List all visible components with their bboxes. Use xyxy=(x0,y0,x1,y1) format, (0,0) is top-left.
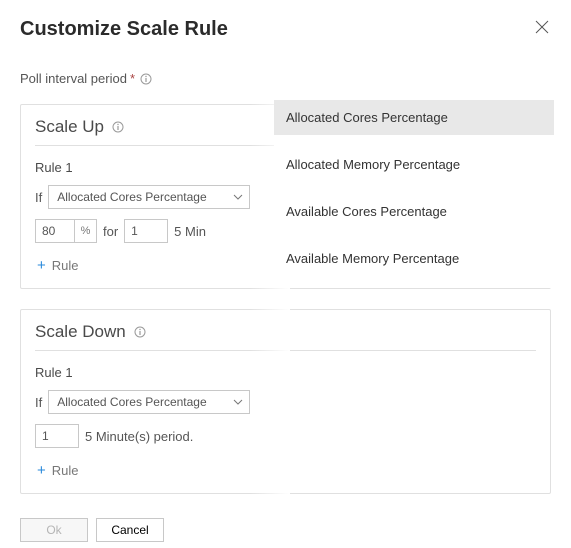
popup-option-allocated-memory[interactable]: Allocated Memory Percentage xyxy=(274,147,554,182)
popup-option-available-memory[interactable]: Available Memory Percentage xyxy=(274,241,554,276)
chevron-down-icon xyxy=(233,399,243,405)
if-label: If xyxy=(35,395,42,410)
plus-icon: + xyxy=(37,462,46,479)
footer: Ok Cancel xyxy=(20,514,551,542)
chevron-down-icon xyxy=(233,194,243,200)
if-label: If xyxy=(35,190,42,205)
info-icon[interactable] xyxy=(140,73,152,85)
scale-down-if-line: If Allocated Cores Percentage xyxy=(35,390,536,414)
duration-suffix: 5 Minute(s) period. xyxy=(85,429,193,444)
scale-down-heading: Scale Down xyxy=(35,322,536,351)
scale-down-card: Scale Down Rule 1 If Allocated Cores Per… xyxy=(20,309,551,494)
info-icon[interactable] xyxy=(134,326,146,338)
ok-button[interactable]: Ok xyxy=(20,518,88,542)
duration-suffix: 5 Min xyxy=(174,224,206,239)
popup-option-available-cores[interactable]: Available Cores Percentage xyxy=(274,194,554,229)
scale-up-heading-text: Scale Up xyxy=(35,117,104,137)
info-icon[interactable] xyxy=(112,121,124,133)
for-label: for xyxy=(103,224,118,239)
plus-icon: + xyxy=(37,257,46,274)
close-icon xyxy=(535,20,549,34)
scale-up-metric-dropdown[interactable]: Allocated Cores Percentage xyxy=(48,185,250,209)
close-button[interactable] xyxy=(533,18,551,39)
title-row: Customize Scale Rule xyxy=(20,18,551,41)
scale-down-rule-title: Rule 1 xyxy=(35,365,536,380)
dropdown-value: Allocated Cores Percentage xyxy=(57,190,206,204)
scale-down-metric-dropdown[interactable]: Allocated Cores Percentage xyxy=(48,390,250,414)
poll-interval-label: Poll interval period * xyxy=(20,71,551,86)
percent-suffix: % xyxy=(74,220,96,242)
threshold-input-wrap: % xyxy=(35,219,97,243)
threshold-input[interactable] xyxy=(36,220,74,242)
scale-down-duration-line: 5 Minute(s) period. xyxy=(35,424,536,448)
scale-down-heading-text: Scale Down xyxy=(35,322,126,342)
add-rule-label: Rule xyxy=(52,463,79,478)
add-rule-label: Rule xyxy=(52,258,79,273)
poll-label-text: Poll interval period xyxy=(20,71,127,86)
duration-input[interactable] xyxy=(35,424,79,448)
cancel-button[interactable]: Cancel xyxy=(96,518,164,542)
required-asterisk: * xyxy=(130,71,135,86)
page-title: Customize Scale Rule xyxy=(20,18,228,41)
metric-dropdown-popup: Allocated Cores Percentage Allocated Mem… xyxy=(274,100,554,288)
duration-input[interactable] xyxy=(124,219,168,243)
add-rule-button[interactable]: + Rule xyxy=(35,458,81,483)
dropdown-value: Allocated Cores Percentage xyxy=(57,395,206,409)
popup-option-allocated-cores[interactable]: Allocated Cores Percentage xyxy=(274,100,554,135)
add-rule-button[interactable]: + Rule xyxy=(35,253,81,278)
